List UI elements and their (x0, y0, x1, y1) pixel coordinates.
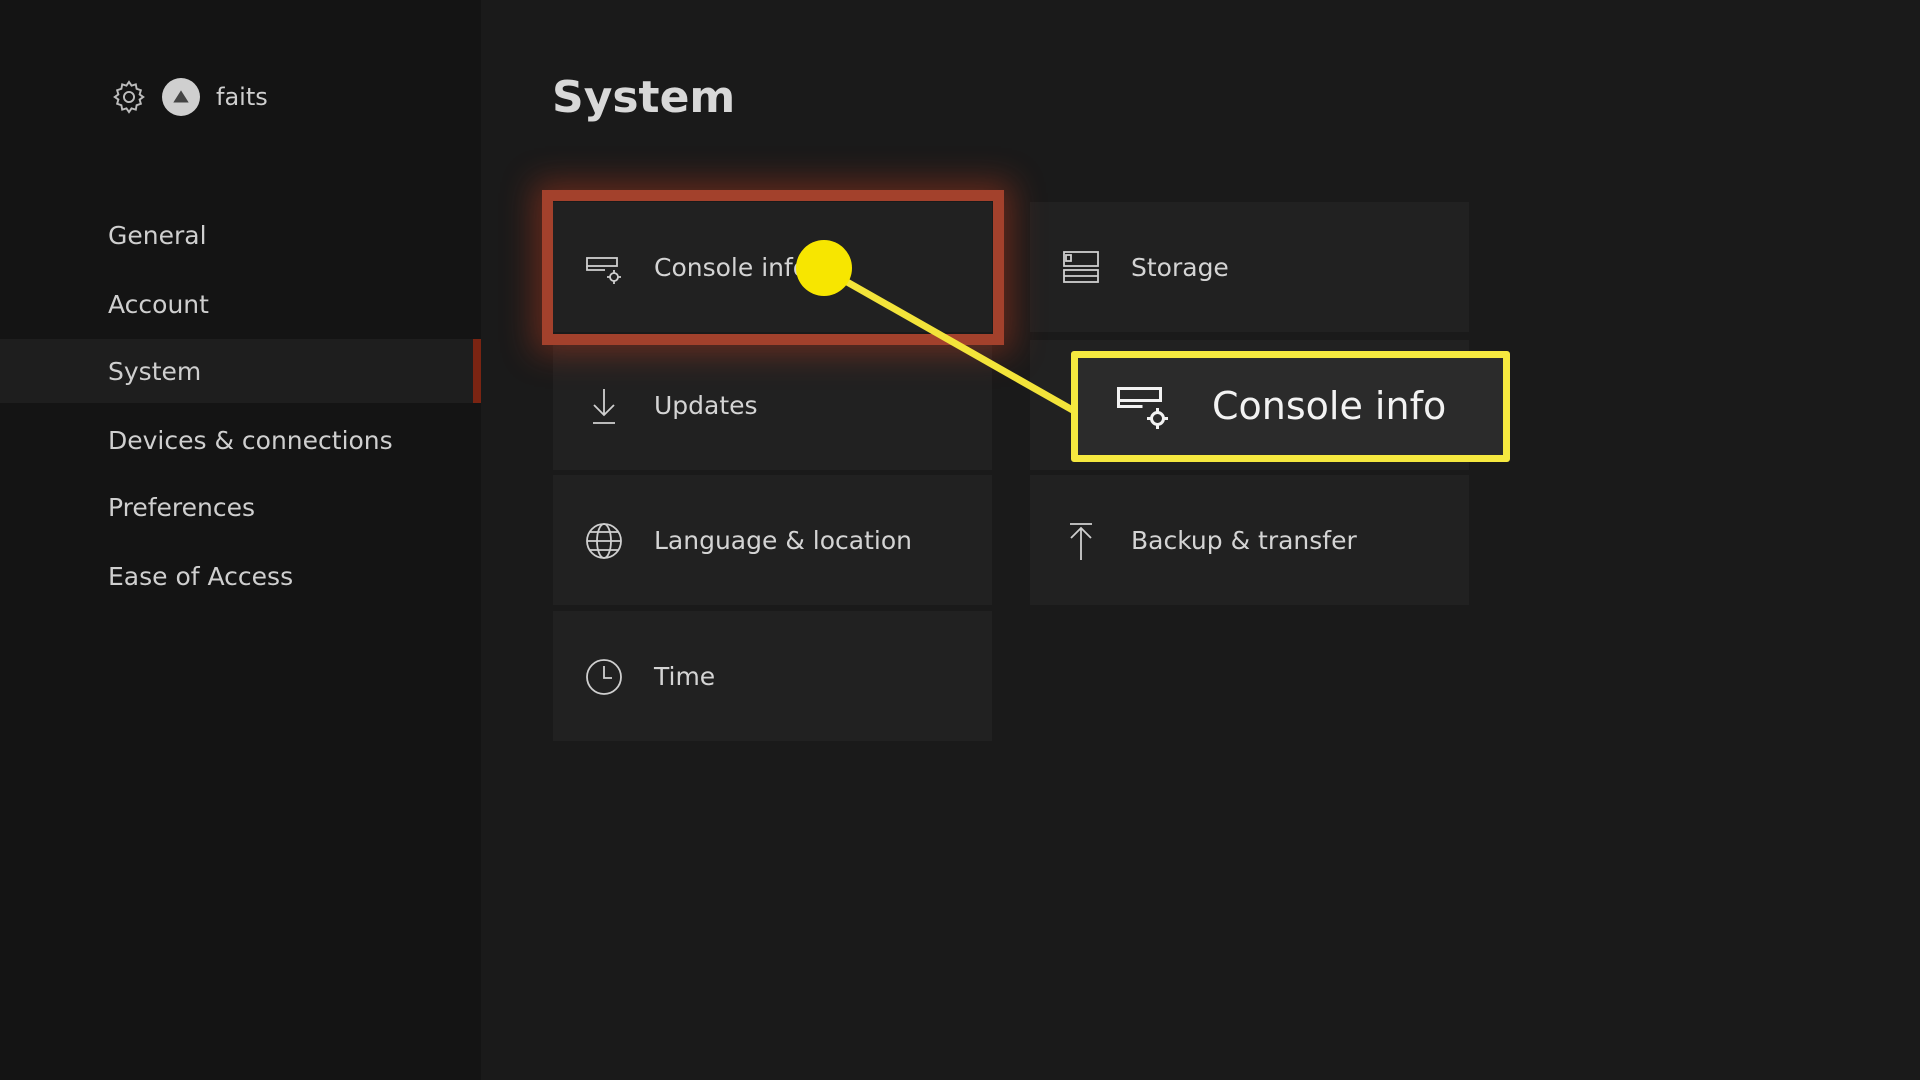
connector-line (824, 266, 1078, 416)
annotation-connector (824, 266, 1078, 416)
annotation-dot (796, 240, 852, 296)
callout-label: Console info (1212, 384, 1447, 428)
zoom-callout: Console info (1071, 351, 1510, 462)
console-settings-icon (1115, 384, 1173, 432)
